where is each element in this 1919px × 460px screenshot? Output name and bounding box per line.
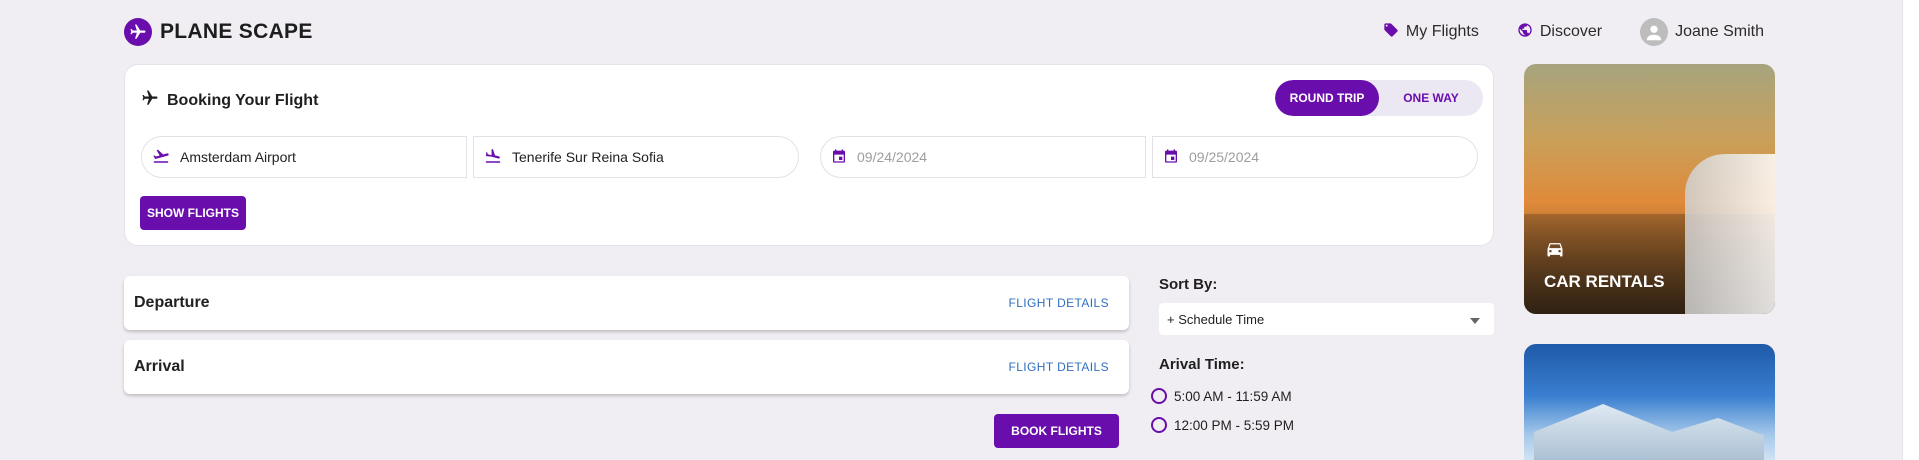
- sort-select-value: + Schedule Time: [1167, 311, 1265, 327]
- user-menu[interactable]: Joane Smith: [1640, 18, 1764, 46]
- main-nav: My Flights Discover Joane Smith: [1383, 14, 1764, 50]
- arrival-title: Arrival: [134, 358, 185, 375]
- app-name: PLANE SCAPE: [160, 20, 313, 43]
- page-scrollbar[interactable]: [1902, 0, 1919, 460]
- nav-my-flights-label: My Flights: [1405, 23, 1479, 40]
- plane-logo-icon: [124, 18, 152, 46]
- one-way-button[interactable]: ONE WAY: [1379, 80, 1483, 116]
- from-airport-field[interactable]: Amsterdam Airport: [141, 136, 467, 178]
- sort-by-label: Sort By:: [1159, 276, 1218, 293]
- arrival-option-morning[interactable]: 5:00 AM - 11:59 AM: [1151, 388, 1292, 404]
- app-logo[interactable]: PLANE SCAPE: [124, 18, 313, 46]
- to-airport-field[interactable]: Tenerife Sur Reina Sofia: [473, 136, 799, 178]
- booking-panel: Booking Your Flight ROUND TRIP ONE WAY A…: [124, 64, 1494, 246]
- nav-discover[interactable]: Discover: [1517, 22, 1602, 43]
- departure-title: Departure: [134, 294, 210, 311]
- tag-icon: [1383, 22, 1399, 43]
- flight-takeoff-icon: [152, 147, 170, 168]
- radio-button[interactable]: [1151, 417, 1167, 433]
- arrival-option-afternoon[interactable]: 12:00 PM - 5:59 PM: [1151, 417, 1294, 433]
- round-trip-button[interactable]: ROUND TRIP: [1275, 80, 1379, 116]
- return-date-field[interactable]: 09/25/2024: [1152, 136, 1478, 178]
- sort-select[interactable]: + Schedule Time: [1159, 303, 1494, 335]
- flight-land-icon: [484, 147, 502, 168]
- calendar-icon: [831, 148, 847, 167]
- book-flights-button[interactable]: BOOK FLIGHTS: [994, 414, 1119, 448]
- show-flights-button[interactable]: SHOW FLIGHTS: [140, 196, 246, 230]
- avatar: [1640, 18, 1669, 46]
- to-airport-value: Tenerife Sur Reina Sofia: [512, 149, 664, 165]
- arrival-flight-details-link[interactable]: FLIGHT DETAILS: [1008, 360, 1109, 374]
- car-icon: [1544, 239, 1566, 264]
- return-date-placeholder: 09/25/2024: [1189, 149, 1260, 165]
- arrival-time-label: Arival Time:: [1159, 356, 1245, 373]
- departure-card: Departure FLIGHT DETAILS: [124, 276, 1129, 330]
- depart-date-field[interactable]: 09/24/2024: [820, 136, 1146, 178]
- radio-button[interactable]: [1151, 388, 1167, 404]
- arrival-option-label: 12:00 PM - 5:59 PM: [1174, 417, 1295, 433]
- promo-image-building: [1534, 404, 1764, 460]
- car-rentals-label: CAR RENTALS: [1544, 272, 1665, 291]
- user-name: Joane Smith: [1675, 23, 1764, 40]
- departure-flight-details-link[interactable]: FLIGHT DETAILS: [1008, 296, 1109, 310]
- nav-discover-label: Discover: [1539, 23, 1603, 40]
- trip-type-toggle: ROUND TRIP ONE WAY: [1275, 80, 1483, 116]
- airplane-icon: [141, 89, 159, 112]
- from-airport-value: Amsterdam Airport: [180, 149, 296, 165]
- top-header: PLANE SCAPE My Flights Discover Joane Sm…: [124, 14, 1764, 50]
- booking-title: Booking Your Flight: [141, 89, 318, 112]
- globe-icon: [1517, 22, 1533, 43]
- booking-title-text: Booking Your Flight: [167, 91, 319, 109]
- arrival-card: Arrival FLIGHT DETAILS: [124, 340, 1129, 394]
- chevron-down-icon: [1470, 312, 1480, 327]
- car-rentals-promo[interactable]: CAR RENTALS: [1524, 64, 1775, 314]
- depart-date-placeholder: 09/24/2024: [857, 149, 928, 165]
- hotels-promo[interactable]: [1524, 344, 1775, 460]
- calendar-icon: [1163, 148, 1179, 167]
- promo-image-car: [1685, 154, 1775, 314]
- nav-my-flights[interactable]: My Flights: [1383, 22, 1479, 43]
- arrival-option-label: 5:00 AM - 11:59 AM: [1174, 388, 1292, 404]
